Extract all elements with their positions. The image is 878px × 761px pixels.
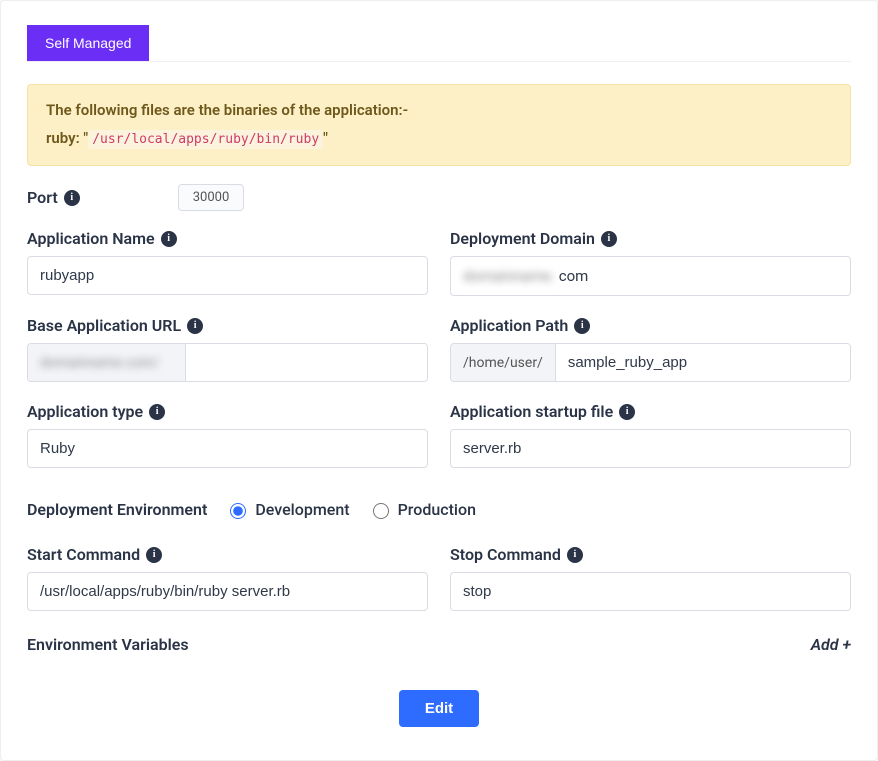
app-name-label: Application Name: [27, 229, 155, 248]
radio-development-input[interactable]: [230, 503, 246, 519]
radio-development[interactable]: Development: [225, 500, 349, 519]
notice-binary-path: /usr/local/apps/ruby/bin/ruby: [88, 130, 323, 149]
field-app-path: Application Path i /home/user/: [450, 316, 851, 382]
app-name-input[interactable]: [27, 256, 428, 295]
base-url-prefix-text: domainname.com/: [40, 355, 159, 371]
app-path-input[interactable]: [556, 344, 850, 381]
startup-file-input[interactable]: [450, 429, 851, 468]
deploy-env-label: Deployment Environment: [27, 500, 207, 519]
info-icon[interactable]: i: [149, 404, 165, 420]
radio-production-label: Production: [398, 500, 476, 519]
field-stop-cmd: Stop Command i: [450, 545, 851, 611]
env-vars-row: Environment Variables Add +: [27, 635, 851, 654]
field-start-cmd: Start Command i: [27, 545, 428, 611]
base-url-wrap: domainname.com/: [27, 343, 428, 382]
notice-binary-line: ruby: "/usr/local/apps/ruby/bin/ruby": [46, 129, 832, 147]
app-path-wrap: /home/user/: [450, 343, 851, 382]
tab-self-managed[interactable]: Self Managed: [27, 25, 149, 61]
deploy-domain-visible: com: [559, 267, 589, 285]
edit-button[interactable]: Edit: [399, 690, 479, 727]
base-url-label: Base Application URL: [27, 316, 181, 335]
radio-production-input[interactable]: [373, 503, 389, 519]
base-url-prefix: domainname.com/: [28, 344, 186, 381]
tabs-row: Self Managed: [27, 25, 851, 62]
commands-grid: Start Command i Stop Command i: [27, 545, 851, 611]
app-settings-panel: Self Managed The following files are the…: [0, 0, 878, 761]
radio-production[interactable]: Production: [368, 500, 476, 519]
app-path-prefix: /home/user/: [451, 344, 556, 381]
fields-grid: Application Name i Deployment Domain i d…: [27, 229, 851, 468]
field-deploy-domain: Deployment Domain i domainname.com: [450, 229, 851, 296]
info-icon[interactable]: i: [161, 231, 177, 247]
stop-cmd-input[interactable]: [450, 572, 851, 611]
port-value: 30000: [178, 184, 245, 211]
binaries-notice: The following files are the binaries of …: [27, 84, 851, 166]
info-icon[interactable]: i: [187, 318, 203, 334]
port-label-text: Port: [27, 188, 58, 207]
stop-cmd-label: Stop Command: [450, 545, 561, 564]
deploy-domain-label: Deployment Domain: [450, 229, 595, 248]
field-base-url: Base Application URL i domainname.com/: [27, 316, 428, 382]
start-cmd-input[interactable]: [27, 572, 428, 611]
base-url-input[interactable]: [186, 344, 427, 381]
start-cmd-label: Start Command: [27, 545, 140, 564]
info-icon[interactable]: i: [64, 190, 80, 206]
env-vars-label: Environment Variables: [27, 635, 189, 654]
info-icon[interactable]: i: [574, 318, 590, 334]
info-icon[interactable]: i: [567, 547, 583, 563]
add-env-var-link[interactable]: Add +: [811, 635, 851, 654]
app-type-input[interactable]: [27, 429, 428, 468]
notice-heading: The following files are the binaries of …: [46, 101, 832, 119]
port-label: Port i: [27, 188, 80, 207]
notice-binary-prefix: ruby:: [46, 129, 80, 147]
app-path-label: Application Path: [450, 316, 568, 335]
field-app-type: Application type i: [27, 402, 428, 468]
button-row: Edit: [27, 690, 851, 727]
app-type-label: Application type: [27, 402, 143, 421]
info-icon[interactable]: i: [601, 231, 617, 247]
startup-file-label: Application startup file: [450, 402, 613, 421]
deploy-domain-input[interactable]: domainname.com: [450, 256, 851, 296]
field-startup-file: Application startup file i: [450, 402, 851, 468]
radio-development-label: Development: [255, 500, 349, 519]
info-icon[interactable]: i: [619, 404, 635, 420]
field-app-name: Application Name i: [27, 229, 428, 296]
info-icon[interactable]: i: [146, 547, 162, 563]
deploy-env-row: Deployment Environment Development Produ…: [27, 500, 851, 519]
deploy-domain-hidden: domainname.: [463, 267, 555, 285]
port-row: Port i 30000: [27, 184, 851, 211]
